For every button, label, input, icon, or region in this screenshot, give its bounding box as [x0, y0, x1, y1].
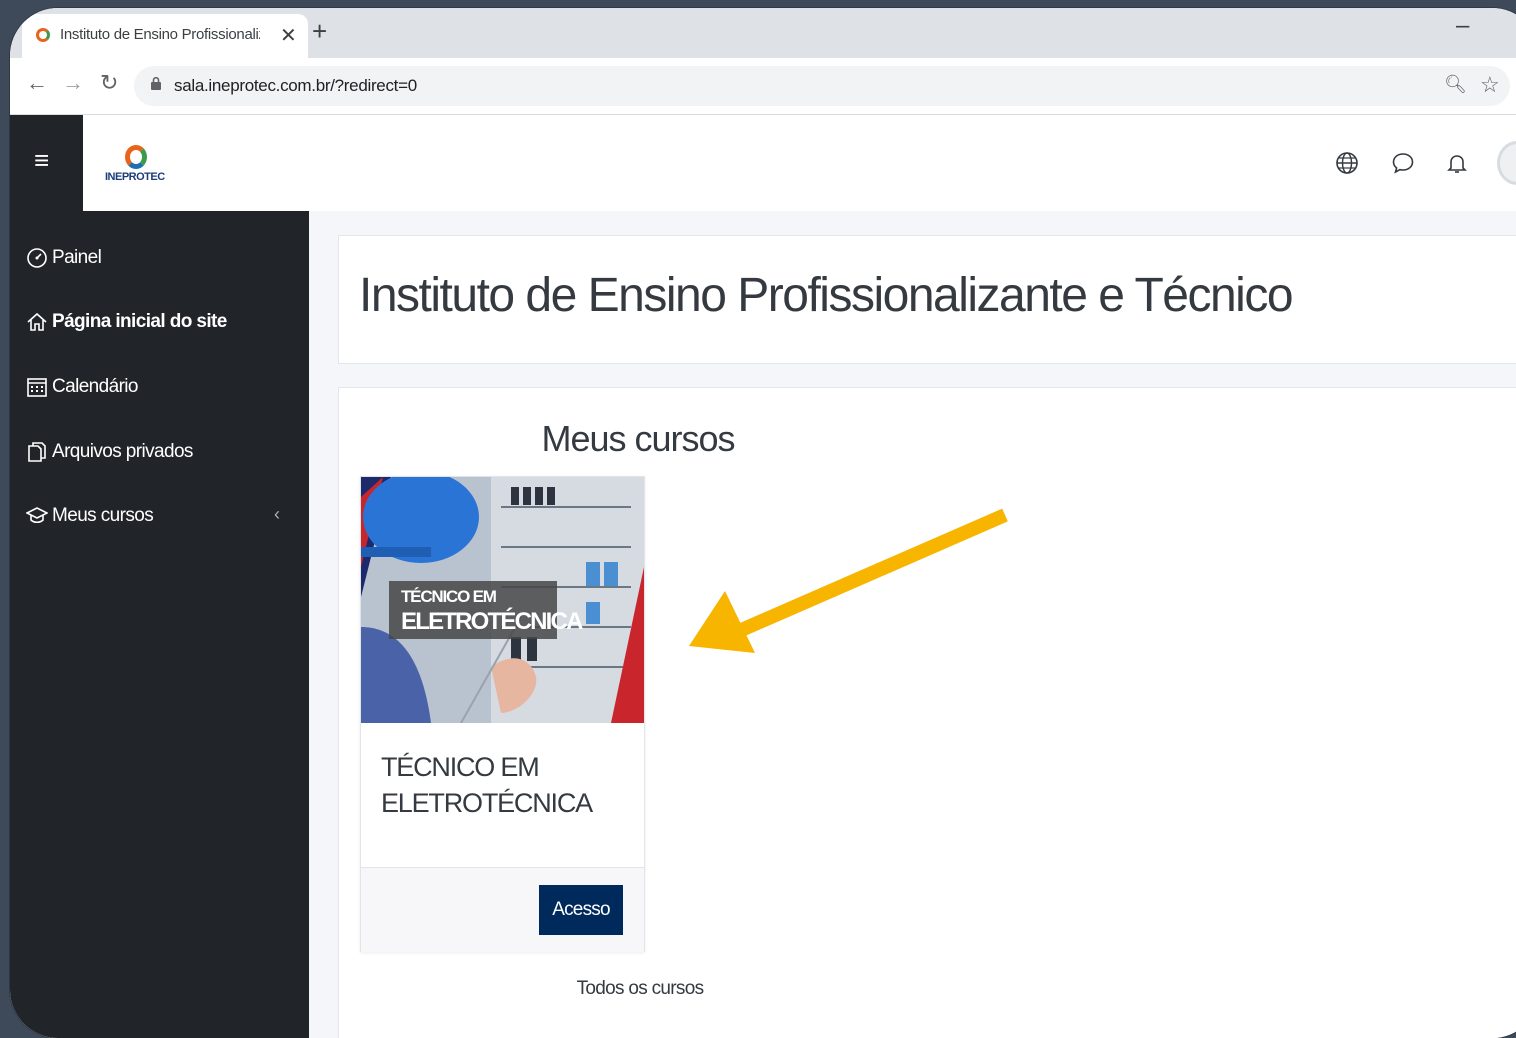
- lock-icon: [151, 77, 161, 90]
- minimize-button[interactable]: –: [1456, 12, 1469, 40]
- hamburger-menu-icon[interactable]: ≡: [34, 145, 49, 176]
- browser-toolbar: ← → ↻ sala.ineprotec.com.br/?redirect=0 …: [10, 58, 1516, 115]
- files-icon: [28, 442, 46, 462]
- back-arrow-icon[interactable]: ←: [26, 70, 48, 96]
- sidebar-item-calendar[interactable]: Calendário: [26, 372, 139, 402]
- chat-bubble-icon[interactable]: [1391, 151, 1415, 175]
- sidebar-item-label: Painel: [52, 247, 102, 268]
- graduation-cap-icon: [26, 507, 48, 524]
- home-icon: [27, 312, 47, 331]
- sidebar-item-label: Página inicial do site: [52, 311, 227, 332]
- logo-text: INEPROTEC: [105, 171, 165, 183]
- course-image-line2: ELETROTÉCNICA: [401, 608, 583, 635]
- site-favicon-icon: [36, 28, 50, 42]
- course-card[interactable]: TÉCNICO EM ELETROTÉCNICA TÉCNICO EM ELET…: [360, 476, 645, 952]
- all-courses-link[interactable]: Todos os cursos: [339, 978, 1516, 1000]
- new-tab-button[interactable]: +: [312, 16, 327, 47]
- dashboard-icon: [27, 248, 47, 268]
- course-card-footer: Acesso: [361, 867, 644, 952]
- site-logo[interactable]: INEPROTEC: [105, 145, 169, 189]
- page: ≡ Painel Página inicial do site Calendár…: [10, 115, 1516, 1038]
- zoom-icon[interactable]: 🔍︎: [1444, 74, 1467, 95]
- bookmark-star-icon[interactable]: ☆: [1480, 72, 1500, 98]
- sidebar-item-label: Meus cursos: [52, 505, 154, 526]
- course-image[interactable]: TÉCNICO EM ELETROTÉCNICA: [361, 477, 644, 723]
- page-title: Instituto de Ensino Profissionalizante e…: [359, 269, 1294, 322]
- reload-icon[interactable]: ↻: [100, 70, 118, 96]
- user-avatar[interactable]: [1497, 141, 1516, 185]
- hamburger-area: ≡: [10, 115, 83, 211]
- tab-strip: Instituto de Ensino Profissionalizante e…: [10, 8, 1516, 58]
- course-image-banner: TÉCNICO EM ELETROTÉCNICA: [389, 581, 583, 639]
- access-button[interactable]: Acesso: [539, 885, 623, 935]
- courses-heading: Meus cursos: [339, 418, 1516, 460]
- annotation-arrow-icon: [689, 508, 1008, 653]
- course-name-link[interactable]: TÉCNICO EM ELETROTÉCNICA: [381, 749, 631, 821]
- sidebar-item-label: Calendário: [52, 376, 139, 397]
- logo-ring-icon: [125, 145, 147, 169]
- chevron-left-icon[interactable]: ‹: [274, 504, 280, 525]
- calendar-icon: [27, 378, 47, 397]
- globe-icon[interactable]: [1335, 151, 1359, 175]
- sidebar-item-painel[interactable]: Painel: [26, 243, 102, 273]
- all-courses-label[interactable]: Todos os cursos: [577, 978, 704, 999]
- page-header-card: Instituto de Ensino Profissionalizante e…: [338, 235, 1516, 364]
- url-text: sala.ineprotec.com.br/?redirect=0: [174, 76, 417, 95]
- forward-arrow-icon[interactable]: →: [62, 70, 84, 96]
- course-image-line1: TÉCNICO EM: [401, 587, 497, 606]
- sidebar-item-label: Arquivos privados: [52, 441, 193, 462]
- courses-heading-text: Meus cursos: [541, 418, 735, 459]
- sidebar-item-my-courses[interactable]: Meus cursos: [26, 501, 154, 531]
- tab-close-icon[interactable]: ✕: [280, 23, 297, 48]
- address-bar[interactable]: sala.ineprotec.com.br/?redirect=0 🔍︎ ☆: [134, 66, 1510, 106]
- bell-icon[interactable]: [1445, 151, 1469, 175]
- sidebar: ≡ Painel Página inicial do site Calendár…: [10, 115, 309, 1038]
- my-courses-block: Meus cursos TÉCNICO EM ELETROTÉCNICA TÉC…: [338, 387, 1516, 1038]
- sidebar-item-private-files[interactable]: Arquivos privados: [26, 437, 193, 467]
- browser-window: Instituto de Ensino Profissionalizante e…: [10, 8, 1516, 1038]
- main-content: Instituto de Ensino Profissionalizante e…: [309, 211, 1516, 1038]
- tab-title: Instituto de Ensino Profissionalizante e…: [60, 26, 260, 43]
- sidebar-item-home[interactable]: Página inicial do site: [26, 307, 227, 337]
- top-navbar: INEPROTEC: [83, 115, 1516, 211]
- browser-tab[interactable]: Instituto de Ensino Profissionalizante e…: [22, 14, 308, 58]
